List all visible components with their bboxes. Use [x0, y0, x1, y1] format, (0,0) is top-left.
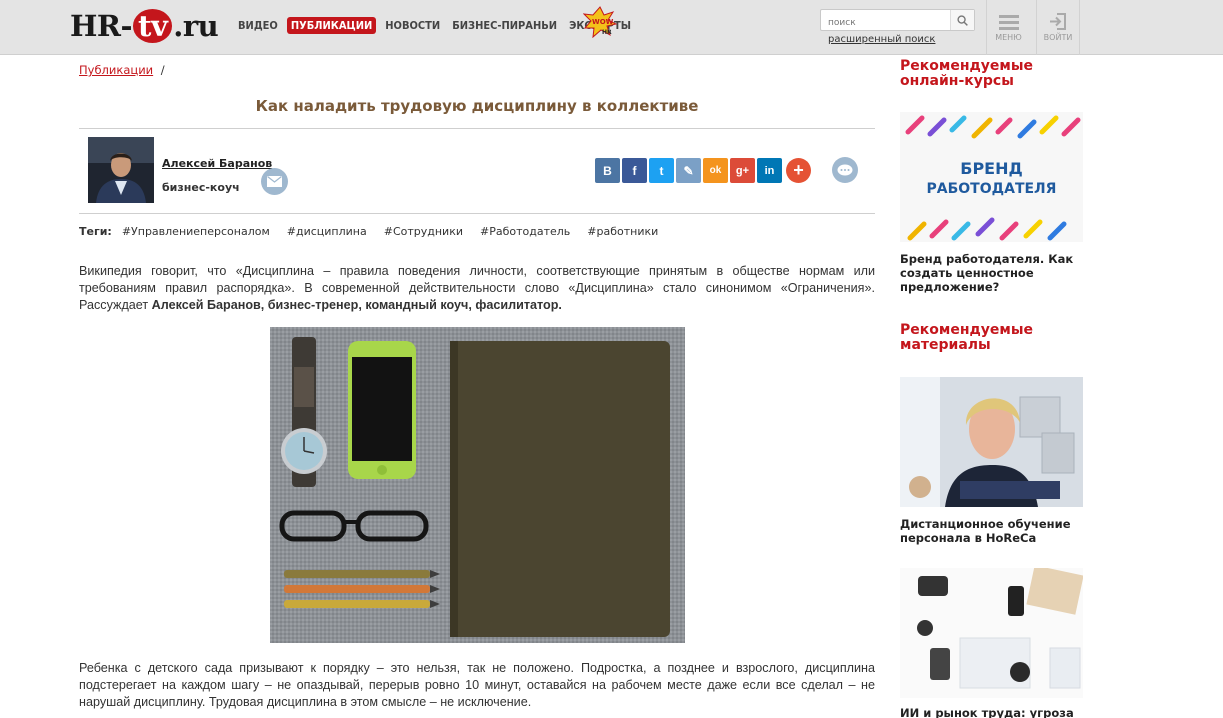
- tag-link[interactable]: #работники: [587, 225, 658, 238]
- nav-item-publications[interactable]: ПУБЛИКАЦИИ: [286, 17, 377, 34]
- body-paragraph: Ребенка с детского сада призывают к поря…: [79, 661, 875, 709]
- author-mail-button[interactable]: [261, 168, 288, 195]
- svg-text:HR: HR: [602, 29, 612, 36]
- author-divider: [79, 213, 875, 214]
- linkedin-icon[interactable]: in: [757, 158, 782, 183]
- wow-hr-badge[interactable]: WOW HR: [583, 6, 617, 38]
- main-nav: ВИДЕО ПУБЛИКАЦИИ НОВОСТИ БИЗНЕС-ПИРАНЬИ …: [235, 17, 634, 34]
- article-title: Как наладить трудовую дисциплину в колле…: [255, 97, 699, 115]
- search-icon: [957, 14, 968, 26]
- odnoklassniki-icon[interactable]: ok: [703, 158, 728, 183]
- banner-line-1: БРЕНД: [960, 159, 1023, 178]
- breadcrumb-separator: /: [160, 63, 165, 77]
- livejournal-icon[interactable]: ✎: [676, 158, 701, 183]
- material-caption-link-2[interactable]: ИИ и рынок труда: угроза: [900, 706, 1083, 718]
- share-buttons: В f t ✎ ok g+ in +: [595, 158, 811, 183]
- twitter-icon[interactable]: t: [649, 158, 674, 183]
- banner-line-2: РАБОТОДАТЕЛЯ: [927, 181, 1057, 197]
- courses-heading: Рекомендуемые онлайн-курсы: [900, 58, 1034, 89]
- material-thumbnail-1[interactable]: [900, 377, 1083, 507]
- tag-link[interactable]: #Управлениеперсоналом: [122, 225, 270, 238]
- login-label: ВОЙТИ: [1043, 33, 1073, 42]
- author-photo[interactable]: [88, 137, 154, 203]
- nav-item-video[interactable]: ВИДЕО: [235, 17, 281, 34]
- nav-item-news[interactable]: НОВОСТИ: [382, 17, 443, 34]
- course-banner[interactable]: БРЕНД РАБОТОДАТЕЛЯ: [900, 112, 1083, 242]
- facebook-icon[interactable]: f: [622, 158, 647, 183]
- title-divider: [79, 128, 875, 129]
- googleplus-icon[interactable]: g+: [730, 158, 755, 183]
- login-button[interactable]: ВОЙТИ: [1036, 0, 1080, 55]
- tag-link[interactable]: #Работодатель: [480, 225, 570, 238]
- course-caption-link[interactable]: Бренд работодателя. Как создать ценностн…: [900, 252, 1083, 294]
- intro-paragraph: Википедия говорит, что «Дисциплина – пра…: [79, 263, 875, 314]
- breadcrumb: Публикации /: [79, 63, 165, 77]
- search-box: [820, 9, 975, 33]
- speech-bubble-icon: [837, 164, 853, 175]
- hamburger-icon: [998, 14, 1019, 30]
- envelope-icon: [267, 176, 282, 187]
- login-icon: [1050, 13, 1066, 30]
- more-share-button[interactable]: +: [786, 158, 811, 183]
- tag-link[interactable]: #Сотрудники: [384, 225, 463, 238]
- menu-button[interactable]: МЕНЮ: [986, 0, 1030, 55]
- search-button[interactable]: [950, 10, 974, 30]
- vk-icon[interactable]: В: [595, 158, 620, 183]
- material-thumbnail-2[interactable]: [900, 568, 1083, 698]
- advanced-search-link[interactable]: расширенный поиск: [828, 34, 935, 45]
- materials-heading: Рекомендуемые материалы: [900, 322, 1034, 353]
- author-role: бизнес-коуч: [162, 181, 240, 194]
- search-input[interactable]: [821, 13, 949, 33]
- intro-bold: Алексей Баранов, бизнес-тренер, командны…: [151, 298, 562, 312]
- tags-label: Теги:: [79, 225, 112, 238]
- tag-link[interactable]: #дисциплина: [287, 225, 367, 238]
- comments-button[interactable]: [832, 157, 858, 183]
- svg-text:WOW: WOW: [592, 18, 614, 26]
- material-caption-link-1[interactable]: Дистанционное обучение персонала в HoReC…: [900, 517, 1083, 545]
- author-name-link[interactable]: Алексей Баранов: [162, 157, 272, 170]
- nav-item-business-piranhas[interactable]: БИЗНЕС-ПИРАНЬИ: [449, 17, 560, 34]
- breadcrumb-publications-link[interactable]: Публикации: [79, 63, 153, 77]
- site-logo[interactable]: HR-tv .ru: [70, 6, 219, 46]
- article-photo: [270, 327, 685, 643]
- menu-label: МЕНЮ: [995, 32, 1022, 42]
- tags-row: Теги: #Управлениеперсоналом #дисциплина …: [79, 225, 658, 238]
